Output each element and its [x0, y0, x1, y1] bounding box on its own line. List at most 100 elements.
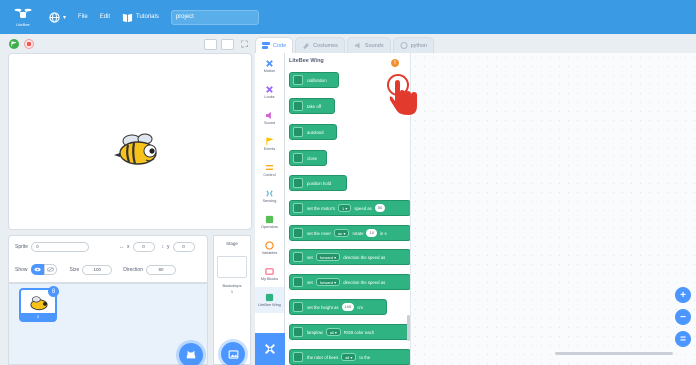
category-operators[interactable]: Operators [255, 209, 284, 235]
file-menu[interactable]: File [78, 14, 88, 20]
category-label: Sensing [262, 199, 277, 203]
palette-block[interactable]: calibration [289, 72, 339, 88]
block-dropdown[interactable]: au ▾ [333, 229, 350, 237]
block-number-input[interactable]: 100 [341, 303, 355, 311]
block-dropdown[interactable]: all ▾ [325, 328, 341, 336]
tab-python[interactable]: python [392, 37, 435, 53]
palette-scrollbar[interactable] [407, 315, 410, 341]
palette-block[interactable]: the rotor of bees all ▾ to the [289, 349, 410, 365]
size-input[interactable]: 100 [82, 264, 113, 275]
drone-block-icon [293, 101, 303, 111]
delete-sprite-badge[interactable]: 8 [48, 286, 59, 297]
block-text: close [307, 155, 318, 161]
block-dropdown[interactable]: forward ▾ [315, 278, 341, 286]
category-label: Operators [261, 225, 278, 229]
tab-code[interactable]: Code [255, 37, 294, 53]
category-variables[interactable]: Variables [255, 235, 284, 261]
bee-sprite[interactable] [112, 129, 164, 169]
category-sound[interactable]: Sound [255, 105, 284, 131]
palette-block[interactable]: set the height as 100 cm [289, 299, 387, 315]
category-control[interactable]: Control [255, 157, 284, 183]
direction-input[interactable]: 90 [145, 264, 176, 275]
tab-sounds[interactable]: Sounds [346, 37, 391, 53]
stage-selector[interactable]: Stage Backdrops 1 [213, 235, 251, 365]
eye-icon [33, 267, 41, 272]
category-looks[interactable]: Looks [255, 79, 284, 105]
drone-block-icon [293, 352, 303, 362]
zoom-in-button[interactable]: + [675, 287, 691, 303]
edit-menu[interactable]: Edit [100, 14, 110, 20]
block-text: set the motor's [307, 205, 336, 211]
eye-off-icon [46, 267, 54, 272]
stage-title: Stage [226, 241, 238, 246]
category-label: Events [263, 147, 276, 151]
tab-costumes[interactable]: Costumes [295, 37, 345, 53]
category-label: Looks [264, 95, 275, 99]
palette-title: LiteBee Wing [289, 58, 324, 64]
category-litebee-wing[interactable]: LiteBee Wing [255, 287, 284, 313]
palette-block[interactable]: set forward ▾ direction the speed as [289, 274, 410, 290]
category-sensing[interactable]: Sensing [255, 183, 284, 209]
small-stage-button[interactable] [204, 38, 217, 50]
palette-block[interactable]: close [289, 150, 327, 166]
workspace-horizontal-scrollbar[interactable] [555, 352, 673, 355]
litebee-logo[interactable]: LiteBee [9, 3, 37, 31]
category-motion[interactable]: Motion [255, 53, 284, 79]
category-label: Motion [263, 69, 276, 73]
block-number-input[interactable]: 50 [374, 204, 386, 212]
add-sprite-button[interactable] [179, 343, 203, 365]
green-flag-button[interactable] [9, 39, 19, 49]
drone-block-icon [293, 203, 303, 213]
add-extension-button[interactable] [255, 333, 285, 365]
zoom-reset-button[interactable]: = [675, 331, 691, 347]
stop-button[interactable] [24, 39, 34, 49]
category-events[interactable]: Events [255, 131, 284, 157]
y-arrow-icon: ↕ [161, 244, 165, 250]
y-position-input[interactable]: 0 [172, 242, 195, 252]
drone-block-icon [293, 127, 303, 137]
control-icon [265, 165, 274, 170]
add-backdrop-button[interactable] [221, 342, 245, 365]
palette-block[interactable]: autoland [289, 124, 337, 140]
palette-block[interactable]: take off [289, 98, 335, 114]
stage-canvas[interactable] [8, 53, 252, 230]
info-badge[interactable]: ! [391, 59, 399, 67]
palette-block[interactable]: set the rover au ▾ rotate 10 in s [289, 225, 410, 241]
direction-label: Direction [123, 266, 143, 273]
palette-block[interactable]: set forward ▾ direction the speed as [289, 249, 410, 265]
category-label: LiteBee Wing [258, 303, 281, 307]
palette-block[interactable]: lamplow all ▾ RGB color each [289, 324, 410, 340]
palette-block[interactable]: set the motor's 1 ▾ speed as 50 [289, 200, 410, 216]
sprite-name-input[interactable]: 0 [31, 242, 90, 252]
speaker-icon [354, 42, 360, 49]
project-title-input[interactable] [170, 9, 259, 25]
fullscreen-button[interactable]: ⛶ [238, 39, 251, 50]
zoom-out-button[interactable]: − [675, 309, 691, 325]
code-workspace[interactable] [411, 53, 696, 365]
block-text: set the rover [307, 230, 331, 236]
x-position-input[interactable]: 0 [132, 242, 155, 252]
tutorials-menu[interactable]: Tutorials [122, 12, 159, 23]
category-my-blocks[interactable]: My Blocks [255, 261, 284, 287]
show-hidden-button[interactable] [43, 264, 57, 275]
x-label: x [127, 244, 130, 250]
show-visible-button[interactable] [30, 264, 44, 275]
block-text: calibration [307, 77, 327, 83]
motion-icon [266, 60, 273, 67]
category-label: My Blocks [260, 277, 279, 281]
sprite-thumbnail[interactable]: 8 0 [19, 286, 59, 322]
palette-block[interactable]: position hold [289, 175, 347, 191]
block-number-input[interactable]: 10 [366, 229, 377, 237]
drone-block-icon [293, 302, 303, 312]
image-add-icon [228, 349, 238, 359]
stage-thumbnail[interactable] [217, 256, 247, 278]
block-dropdown[interactable]: all ▾ [341, 353, 357, 361]
litebee-wing-icon [265, 293, 274, 302]
block-dropdown[interactable]: 1 ▾ [338, 204, 352, 212]
block-text: rotate [352, 230, 364, 236]
language-menu[interactable]: ▾ [49, 11, 66, 23]
block-text: set the height as [307, 304, 339, 310]
large-stage-button[interactable] [221, 38, 234, 50]
block-dropdown[interactable]: forward ▾ [315, 253, 341, 261]
bee-thumbnail-icon [30, 296, 48, 311]
